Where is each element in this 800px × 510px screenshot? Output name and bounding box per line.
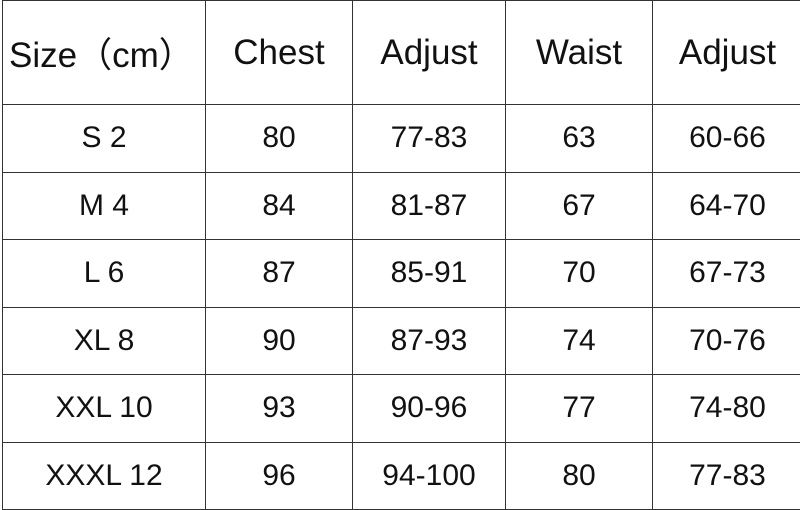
cell-waist: 63 (505, 104, 653, 173)
cell-chest: 96 (205, 441, 353, 510)
cell-size: M 4 (2, 171, 206, 240)
table-row: L 6 87 85-91 70 67-73 (2, 239, 800, 308)
cell-chest: 90 (205, 306, 353, 375)
cell-size: XL 8 (2, 306, 206, 375)
cell-size: L 6 (2, 239, 206, 308)
cell-chest-adjust: 94-100 (352, 441, 506, 510)
size-chart-table: Size（cm） Chest Adjust Waist Adjust S 2 80… (2, 0, 800, 510)
header-waist: Waist (505, 0, 653, 105)
cell-waist-adjust: 60-66 (652, 104, 800, 173)
cell-chest: 80 (205, 104, 353, 173)
cell-size: S 2 (2, 104, 206, 173)
table-row: XXXL 12 96 94-100 80 77-83 (2, 441, 800, 510)
cell-chest-adjust: 87-93 (352, 306, 506, 375)
table-row: XXL 10 93 90-96 77 74-80 (2, 374, 800, 443)
cell-chest-adjust: 90-96 (352, 374, 506, 443)
cell-waist-adjust: 67-73 (652, 239, 800, 308)
cell-waist: 67 (505, 171, 653, 240)
cell-chest: 93 (205, 374, 353, 443)
cell-waist-adjust: 64-70 (652, 171, 800, 240)
header-size: Size（cm） (2, 0, 206, 105)
header-waist-adjust: Adjust (652, 0, 800, 105)
cell-size: XXL 10 (2, 374, 206, 443)
table-row: S 2 80 77-83 63 60-66 (2, 104, 800, 173)
cell-waist: 70 (505, 239, 653, 308)
cell-waist-adjust: 70-76 (652, 306, 800, 375)
cell-waist: 74 (505, 306, 653, 375)
header-row: Size（cm） Chest Adjust Waist Adjust (2, 0, 800, 105)
cell-size: XXXL 12 (2, 441, 206, 510)
cell-waist-adjust: 74-80 (652, 374, 800, 443)
header-chest: Chest (205, 0, 353, 105)
cell-waist: 77 (505, 374, 653, 443)
cell-chest-adjust: 85-91 (352, 239, 506, 308)
cell-chest-adjust: 77-83 (352, 104, 506, 173)
header-chest-adjust: Adjust (352, 0, 506, 105)
cell-waist-adjust: 77-83 (652, 441, 800, 510)
cell-chest: 87 (205, 239, 353, 308)
cell-chest-adjust: 81-87 (352, 171, 506, 240)
cell-chest: 84 (205, 171, 353, 240)
cell-waist: 80 (505, 441, 653, 510)
table-row: M 4 84 81-87 67 64-70 (2, 171, 800, 240)
table-row: XL 8 90 87-93 74 70-76 (2, 306, 800, 375)
